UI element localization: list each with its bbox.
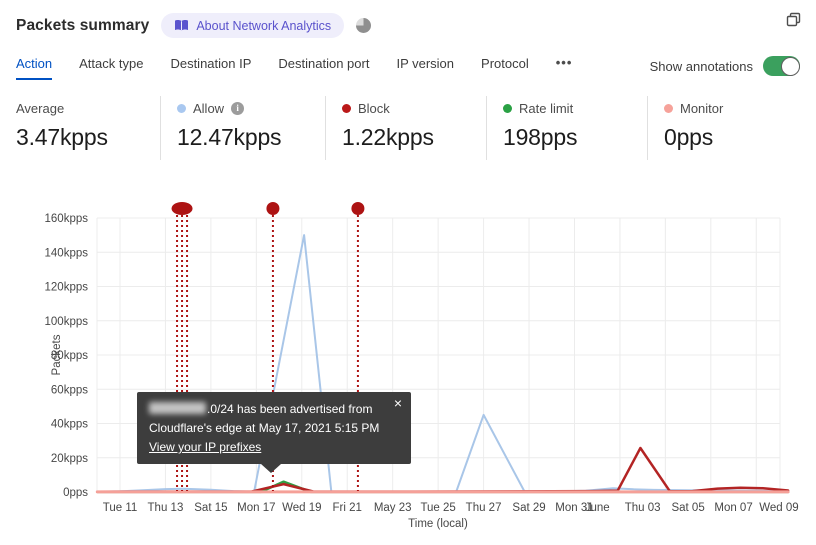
stat-label: Monitor [680, 100, 724, 116]
summary-stats: Average 3.47kpps Allow i 12.47kpps Block… [0, 96, 815, 160]
svg-text:Thu 13: Thu 13 [148, 502, 184, 514]
annotation-dot[interactable] [351, 202, 365, 215]
svg-text:Wed 09: Wed 09 [759, 502, 798, 514]
y-axis-title: Packets [51, 334, 63, 375]
stat-monitor: Monitor 0pps [647, 96, 815, 160]
stat-value: 198pps [503, 124, 578, 150]
stat-label: Rate limit [519, 100, 574, 116]
badge-label: About Network Analytics [196, 18, 332, 33]
stat-value: 12.47kpps [177, 124, 282, 150]
svg-text:40kpps: 40kpps [51, 419, 88, 431]
header: Packets summary About Network Analytics [0, 0, 816, 38]
svg-text:Mon 07: Mon 07 [714, 502, 752, 514]
redacted-ip-prefix [149, 402, 206, 414]
stat-value: 1.22kpps [342, 124, 434, 150]
x-axis-title: Time (local) [408, 518, 468, 530]
more-tabs-button[interactable]: ••• [556, 55, 573, 81]
show-annotations-toggle[interactable] [763, 56, 800, 76]
stat-rate-limit: Rate limit 198pps [486, 96, 647, 160]
svg-text:Wed 19: Wed 19 [282, 502, 321, 514]
tab-destination-port[interactable]: Destination port [278, 56, 369, 80]
info-icon[interactable]: i [231, 101, 245, 115]
stat-value: 3.47kpps [16, 124, 108, 150]
tab-protocol[interactable]: Protocol [481, 56, 529, 80]
tab-ip-version[interactable]: IP version [396, 56, 454, 80]
tooltip-text: .0/24 has been advertised from [207, 402, 373, 416]
svg-text:May 23: May 23 [374, 502, 412, 514]
stat-label: Allow [193, 100, 225, 116]
tab-attack-type[interactable]: Attack type [79, 56, 143, 80]
svg-text:20kpps: 20kpps [51, 453, 88, 465]
toggle-knob [781, 56, 800, 76]
stat-value: 0pps [664, 124, 714, 150]
tooltip-text: Cloudflare's edge at May 17, 2021 5:15 P… [149, 421, 380, 435]
svg-text:Thu 27: Thu 27 [466, 502, 502, 514]
book-icon [175, 20, 189, 31]
stat-block: Block 1.22kpps [325, 96, 486, 160]
svg-text:Sat 29: Sat 29 [512, 502, 545, 514]
annotation-dot[interactable] [171, 202, 193, 215]
tab-destination-ip[interactable]: Destination IP [170, 56, 251, 80]
about-network-analytics-badge[interactable]: About Network Analytics [161, 13, 345, 38]
svg-text:Mon 17: Mon 17 [237, 502, 275, 514]
copy-icon[interactable] [786, 12, 801, 27]
annotation-tooltip: × .0/24 has been advertised from Cloudfl… [137, 392, 411, 473]
tab-bar: Action Attack type Destination IP Destin… [0, 55, 816, 81]
block-dot-icon [342, 103, 351, 113]
packets-chart: 0pps20kpps40kpps60kpps80kpps100kpps120kp… [45, 202, 799, 530]
stat-label: Block [358, 100, 390, 116]
stat-allow: Allow i 12.47kpps [160, 96, 325, 160]
show-annotations-label: Show annotations [649, 58, 753, 74]
svg-text:60kpps: 60kpps [51, 384, 88, 396]
svg-text:Fri 21: Fri 21 [333, 502, 362, 514]
tab-action[interactable]: Action [16, 56, 53, 80]
chart-axis-labels: 0pps20kpps40kpps60kpps80kpps100kpps120kp… [45, 213, 799, 530]
svg-text:160kpps: 160kpps [45, 213, 89, 225]
page-title: Packets summary [16, 16, 150, 34]
allow-dot-icon [177, 103, 186, 113]
svg-text:140kpps: 140kpps [45, 247, 89, 259]
monitor-dot-icon [664, 103, 673, 113]
annotation-dot[interactable] [266, 202, 280, 215]
svg-text:0pps: 0pps [63, 487, 88, 499]
svg-text:100kpps: 100kpps [45, 316, 89, 328]
svg-text:June: June [585, 502, 610, 514]
stat-average: Average 3.47kpps [0, 96, 160, 160]
svg-text:Thu 03: Thu 03 [625, 502, 661, 514]
view-ip-prefixes-link[interactable]: View your IP prefixes [149, 440, 261, 454]
close-icon[interactable]: × [394, 396, 402, 410]
svg-text:Sat 15: Sat 15 [194, 502, 227, 514]
pie-icon[interactable] [356, 18, 372, 33]
stat-label: Average [16, 100, 65, 116]
svg-text:Sat 05: Sat 05 [671, 502, 704, 514]
rate-limit-dot-icon [503, 103, 512, 113]
svg-text:Tue 25: Tue 25 [420, 502, 455, 514]
svg-text:Tue 11: Tue 11 [103, 502, 138, 514]
svg-text:120kpps: 120kpps [45, 282, 89, 294]
